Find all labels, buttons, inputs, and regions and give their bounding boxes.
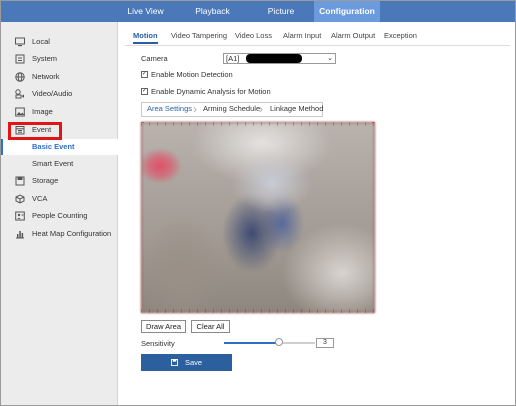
sidebar-item-label: System <box>32 54 58 63</box>
sidebar-item-label: Image <box>32 107 53 116</box>
sidebar-item-label: Network <box>32 72 60 81</box>
vca-icon <box>15 194 25 204</box>
tabs-divider <box>125 45 510 46</box>
tab-playback[interactable]: Playback <box>184 1 241 22</box>
sensitivity-slider[interactable] <box>224 338 315 346</box>
draw-area-button[interactable]: Draw Area <box>141 320 186 333</box>
image-icon <box>15 107 25 117</box>
sidebar-item-video-audio[interactable]: Video/Audio <box>1 86 118 102</box>
tab-alarm-output[interactable]: Alarm Output <box>331 27 375 44</box>
sidebar-item-storage[interactable]: Storage <box>1 173 118 189</box>
step-arming-schedule[interactable]: Arming Schedule <box>197 102 260 117</box>
enable-dynamic-label: Enable Dynamic Analysis for Motion <box>151 87 271 96</box>
camera-label: Camera <box>141 54 168 63</box>
enable-motion-label: Enable Motion Detection <box>151 70 233 79</box>
sensitivity-slider-thumb[interactable] <box>275 338 283 346</box>
tab-exception[interactable]: Exception <box>384 27 417 44</box>
sidebar-item-image[interactable]: Image <box>1 104 118 120</box>
step-area-settings[interactable]: Area Settings <box>141 102 192 117</box>
step-separator-icon: › <box>259 102 263 116</box>
sensitivity-label: Sensitivity <box>141 339 175 348</box>
tab-motion[interactable]: Motion <box>133 27 158 44</box>
sidebar-item-heat-map[interactable]: Heat Map Configuration <box>1 226 118 242</box>
tab-video-tampering[interactable]: Video Tampering <box>171 27 227 44</box>
top-navigation: Live View Playback Picture Configuration <box>1 1 515 22</box>
video-audio-icon <box>15 89 24 99</box>
tab-live-view[interactable]: Live View <box>118 1 173 22</box>
sidebar-item-basic-event[interactable]: Basic Event <box>1 139 118 155</box>
people-counting-icon <box>15 211 25 221</box>
enable-motion-checkbox[interactable]: ✓ <box>141 71 148 78</box>
sidebar-item-label: Video/Audio <box>32 89 73 98</box>
camera-select[interactable]: [A1] ⌄ <box>223 53 336 64</box>
tab-video-loss[interactable]: Video Loss <box>235 27 272 44</box>
sensitivity-slider-fill <box>224 342 279 344</box>
step-linkage-method[interactable]: Linkage Method <box>264 102 323 117</box>
sidebar-item-vca[interactable]: VCA <box>1 191 118 207</box>
heat-map-icon <box>16 231 24 239</box>
monitor-icon <box>15 37 25 47</box>
event-highlight-box <box>8 122 62 140</box>
sidebar-item-label: VCA <box>32 194 48 203</box>
tab-configuration[interactable]: Configuration <box>314 1 380 22</box>
save-button[interactable]: Save <box>141 354 232 371</box>
sidebar-item-label: Basic Event <box>32 142 75 151</box>
sidebar-item-label: Storage <box>32 176 59 185</box>
sidebar-item-label: Local <box>32 37 50 46</box>
system-icon <box>15 54 25 64</box>
globe-icon <box>15 72 25 82</box>
camera-select-value: [A1] <box>226 54 240 63</box>
floppy-disk-icon <box>171 359 178 366</box>
sidebar: Local System Network Video/Audio Image E… <box>1 22 118 405</box>
redacted-camera-name <box>246 54 302 63</box>
tab-picture[interactable]: Picture <box>255 1 307 22</box>
sidebar-item-local[interactable]: Local <box>1 34 118 50</box>
sidebar-item-label: People Counting <box>32 211 88 220</box>
sidebar-item-network[interactable]: Network <box>1 69 118 85</box>
storage-icon <box>15 176 25 186</box>
enable-dynamic-checkbox[interactable]: ✓ <box>141 88 148 95</box>
sidebar-item-label: Heat Map Configuration <box>32 229 112 238</box>
sidebar-item-system[interactable]: System <box>1 51 118 67</box>
clear-all-button[interactable]: Clear All <box>191 320 230 333</box>
sidebar-item-people-counting[interactable]: People Counting <box>1 208 118 224</box>
sidebar-item-smart-event[interactable]: Smart Event <box>1 156 118 172</box>
sensitivity-value-input[interactable]: 3 <box>316 338 334 348</box>
save-button-label: Save <box>185 358 203 367</box>
video-preview[interactable] <box>141 122 375 313</box>
chevron-down-icon: ⌄ <box>327 55 333 62</box>
tab-alarm-input[interactable]: Alarm Input <box>283 27 321 44</box>
sidebar-item-label: Smart Event <box>32 159 74 168</box>
